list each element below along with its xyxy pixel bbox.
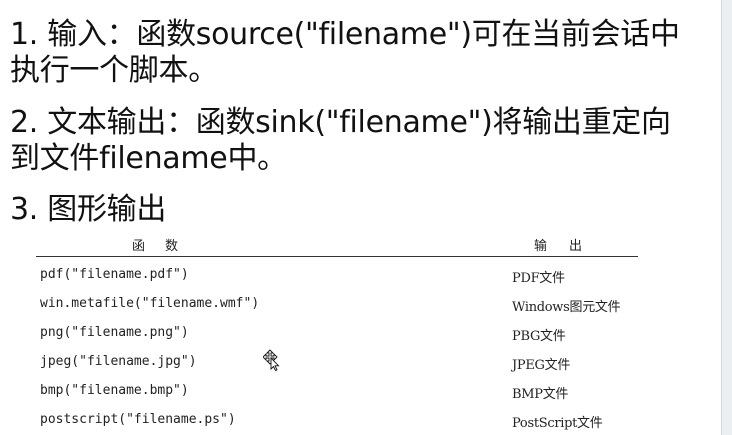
cell-output: JPEG文件 [512, 358, 571, 373]
item-number: 1. [10, 17, 39, 52]
cell-function: jpeg("filename.jpg") [40, 354, 197, 369]
header-output: 输出 [534, 239, 605, 254]
cell-function: png("filename.png") [40, 325, 189, 340]
item-text-output: 2. 文本输出：函数sink("filename")将输出重定向到文件filen… [10, 105, 690, 177]
item-number: 3. [10, 192, 39, 227]
item-heading: 文本输出： [47, 105, 196, 140]
cell-function: postscript("filename.ps") [40, 412, 236, 427]
cell-output: BMP文件 [512, 387, 569, 402]
table-header: 函数 输出 [36, 233, 638, 257]
cell-output: PBG文件 [512, 329, 566, 344]
item-graphics-output: 3. 图形输出 [10, 192, 690, 228]
cell-output: PDF文件 [512, 271, 565, 286]
item-input: 1. 输入：函数source("filename")可在当前会话中执行一个脚本。 [10, 17, 690, 89]
table-row: bmp("filename.bmp") BMP文件 [36, 377, 638, 406]
item-heading: 图形输出 [47, 192, 167, 227]
cell-output: Windows图元文件 [512, 300, 621, 315]
window-edge [721, 0, 732, 435]
table-row: pdf("filename.pdf") PDF文件 [36, 261, 638, 290]
item-number: 2. [10, 105, 39, 140]
cell-function: pdf("filename.pdf") [40, 267, 189, 282]
header-function: 函数 [132, 239, 199, 254]
graphics-output-table: 函数 输出 pdf("filename.pdf") PDF文件 win.meta… [36, 233, 638, 435]
table-row: win.metafile("filename.wmf") Windows图元文件 [36, 290, 638, 319]
cell-output: PostScript文件 [512, 416, 603, 431]
table-body: pdf("filename.pdf") PDF文件 win.metafile("… [36, 261, 638, 435]
move-cursor-icon [263, 349, 280, 371]
cell-function: win.metafile("filename.wmf") [40, 296, 260, 311]
table-row: png("filename.png") PBG文件 [36, 319, 638, 348]
table-row: postscript("filename.ps") PostScript文件 [36, 406, 638, 435]
table-row: jpeg("filename.jpg") JPEG文件 [36, 348, 638, 377]
item-heading: 输入： [47, 17, 137, 52]
cell-function: bmp("filename.bmp") [40, 383, 189, 398]
